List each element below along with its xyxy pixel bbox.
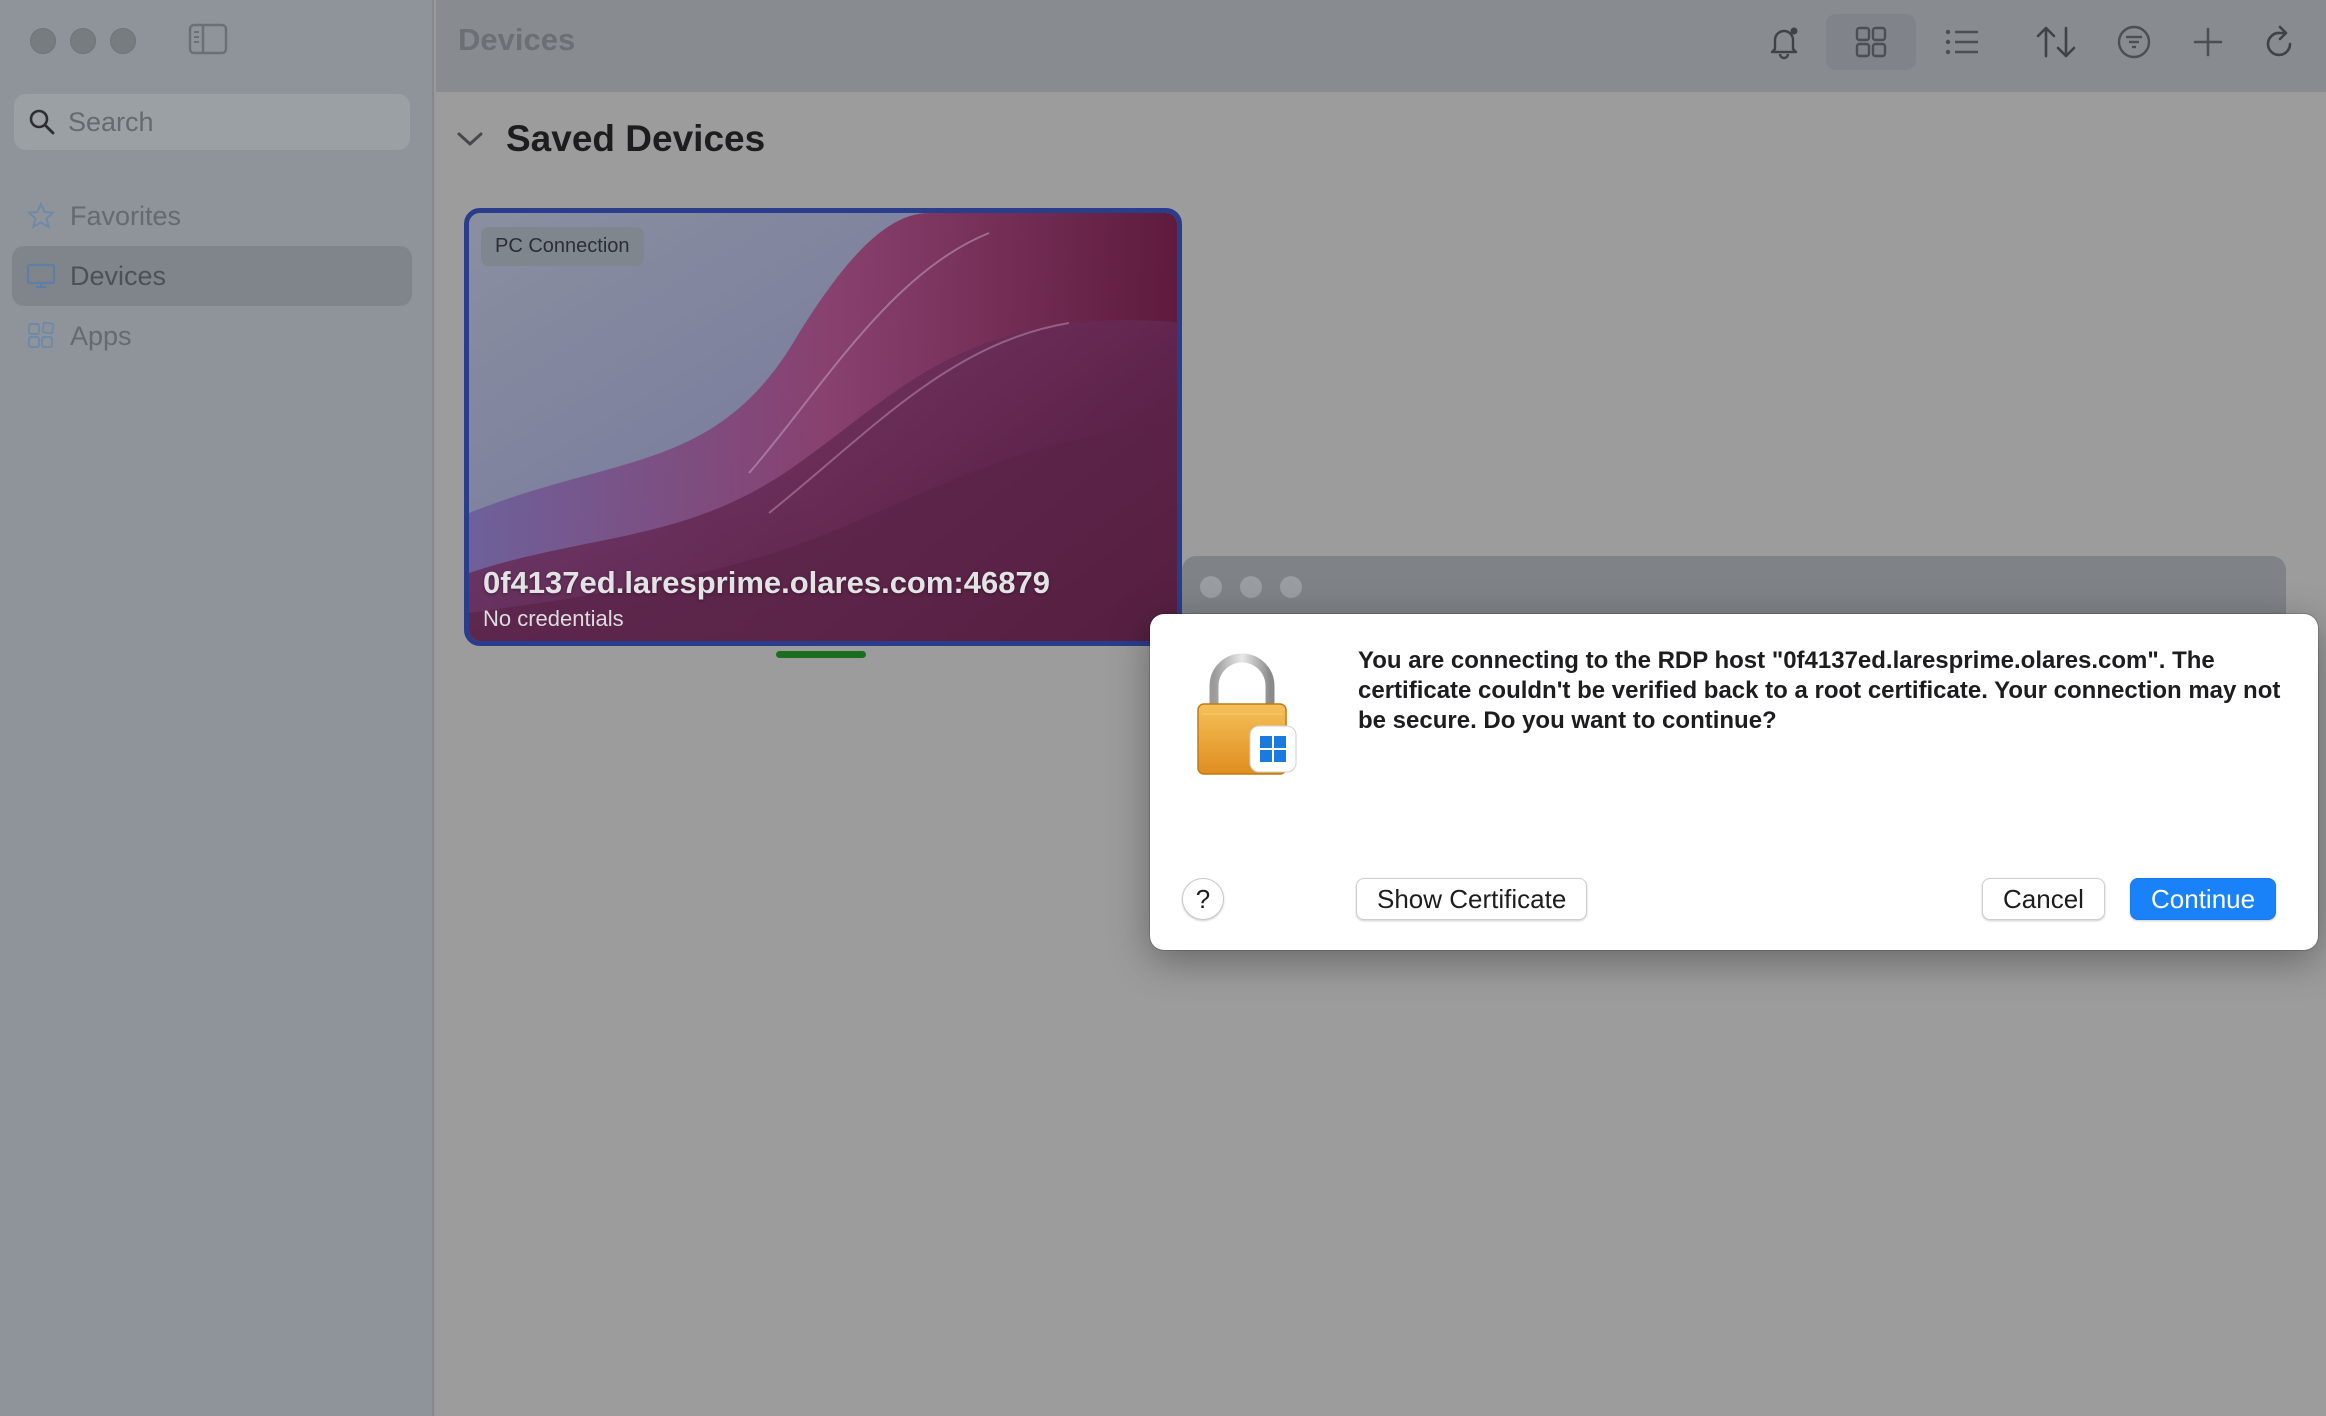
- sidebar-item-favorites[interactable]: Favorites: [12, 186, 412, 246]
- device-host: 0f4137ed.laresprime.olares.com:46879: [483, 565, 1050, 600]
- bell-icon: [1770, 27, 1798, 60]
- refresh-icon: [2266, 25, 2292, 57]
- search-field[interactable]: [14, 94, 410, 150]
- app-window: Favorites Devices Apps Devices: [0, 0, 2326, 1416]
- grid-view-icon: [1855, 26, 1887, 58]
- sidebar: Favorites Devices Apps: [0, 0, 434, 1416]
- monitor-icon: [26, 263, 56, 289]
- window-controls: [30, 28, 136, 54]
- lock-windows-icon: [1197, 653, 1297, 775]
- device-credentials-status: No credentials: [483, 606, 624, 631]
- page-title: Devices: [458, 22, 576, 57]
- list-view-button[interactable]: [1934, 14, 1990, 70]
- session-minimize-button[interactable]: [1240, 576, 1262, 598]
- close-window-button[interactable]: [30, 28, 56, 54]
- sidebar-item-label: Favorites: [70, 200, 182, 231]
- sidebar-item-label: Apps: [70, 320, 132, 351]
- filter-icon: [2117, 25, 2151, 59]
- session-window-controls: [1200, 576, 1302, 598]
- filter-button[interactable]: [2106, 14, 2162, 70]
- chevron-down-icon: [457, 132, 483, 146]
- sort-icon: [2036, 26, 2076, 58]
- apps-icon: [28, 321, 55, 348]
- add-device-button[interactable]: [2180, 14, 2236, 70]
- cancel-button[interactable]: Cancel: [1982, 878, 2105, 920]
- add-icon: [2193, 27, 2223, 57]
- dialog-message: You are connecting to the RDP host "0f41…: [1358, 647, 2281, 734]
- show-certificate-button[interactable]: Show Certificate: [1356, 878, 1588, 920]
- sidebar-item-devices[interactable]: Devices: [12, 246, 412, 306]
- search-icon: [29, 109, 55, 135]
- continue-button[interactable]: Continue: [2130, 878, 2277, 920]
- sort-button[interactable]: [2028, 14, 2084, 70]
- device-card[interactable]: PC Connection 0f4137ed.laresprime.olares…: [464, 208, 1182, 646]
- list-view-icon: [1945, 29, 1978, 55]
- zoom-window-button[interactable]: [110, 28, 136, 54]
- connection-status-indicator: [776, 651, 866, 658]
- section-title: Saved Devices: [506, 118, 766, 159]
- section-header-saved-devices[interactable]: Saved Devices: [456, 118, 765, 160]
- notifications-button[interactable]: [1756, 14, 1812, 70]
- session-close-button[interactable]: [1200, 576, 1222, 598]
- toolbar: Devices: [436, 0, 2326, 92]
- help-button[interactable]: ?: [1182, 878, 1224, 920]
- search-input[interactable]: [68, 106, 388, 138]
- session-zoom-button[interactable]: [1280, 576, 1302, 598]
- star-icon: [26, 201, 56, 230]
- minimize-window-button[interactable]: [70, 28, 96, 54]
- grid-view-button[interactable]: [1826, 14, 1916, 70]
- sidebar-toggle-icon[interactable]: [188, 22, 228, 56]
- sidebar-item-apps[interactable]: Apps: [12, 306, 412, 366]
- sidebar-nav: Favorites Devices Apps: [12, 186, 412, 366]
- connection-type-badge: PC Connection: [481, 227, 644, 266]
- sidebar-item-label: Devices: [70, 260, 167, 291]
- refresh-button[interactable]: [2252, 14, 2308, 70]
- certificate-warning-dialog: You are connecting to the RDP host "0f41…: [1150, 614, 2318, 950]
